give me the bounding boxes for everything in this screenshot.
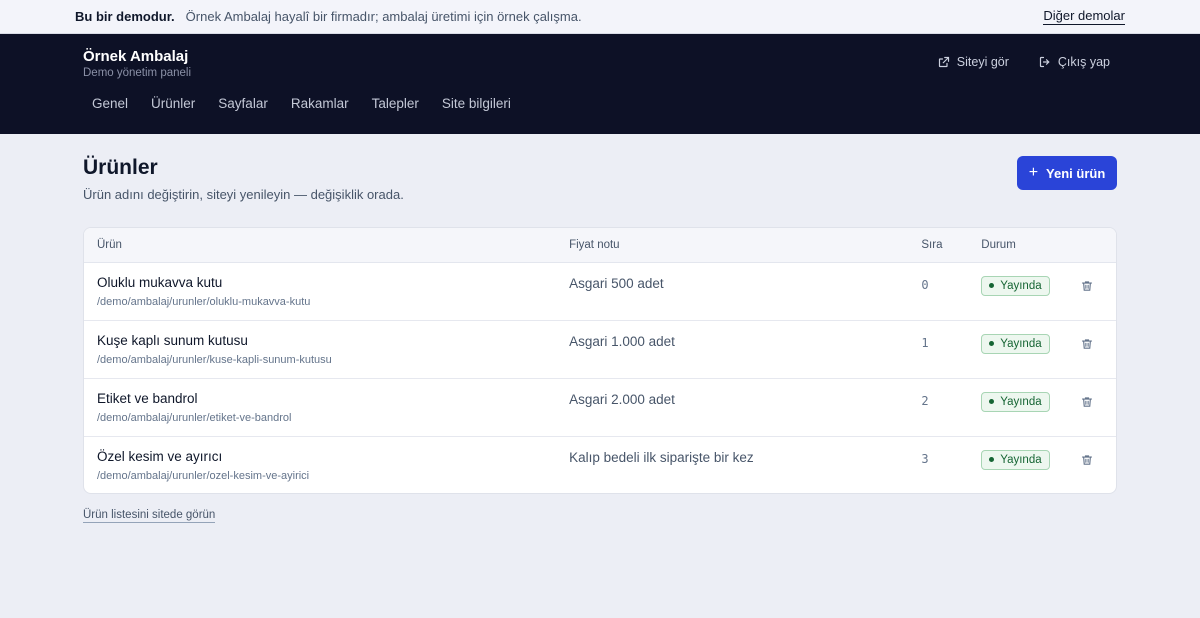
column-header-status: Durum	[981, 239, 1016, 251]
table-row[interactable]: Etiket ve bandrol /demo/ambalaj/urunler/…	[84, 379, 1116, 437]
status-dot-icon	[989, 341, 995, 346]
demo-banner: Bu bir demodur. Örnek Ambalaj hayalî bir…	[0, 0, 1200, 34]
new-product-button[interactable]: + Yeni ürün	[1017, 156, 1117, 190]
nav-item-urunler[interactable]: Ürünler	[142, 96, 204, 111]
product-name[interactable]: Özel kesim ve ayırıcı	[97, 449, 569, 464]
status-badge: Yayında	[981, 333, 1050, 354]
table-row[interactable]: Özel kesim ve ayırıcı /demo/ambalaj/urun…	[84, 437, 1116, 493]
order-value: 0	[921, 278, 929, 292]
table-row[interactable]: Kuşe kaplı sunum kutusu /demo/ambalaj/ur…	[84, 321, 1116, 379]
new-product-label: Yeni ürün	[1046, 165, 1106, 181]
product-path: /demo/ambalaj/urunler/oluklu-mukavva-kut…	[97, 296, 311, 308]
header-actions: Siteyi gör Çıkış yap	[938, 55, 1110, 69]
page-description: Ürün adını değiştirin, siteyi yenileyin …	[83, 187, 404, 202]
trash-icon[interactable]	[1081, 454, 1093, 466]
brand-title: Örnek Ambalaj	[83, 48, 189, 65]
column-header-product: Ürün	[97, 239, 122, 251]
status-badge: Yayında	[981, 391, 1050, 412]
plus-icon: +	[1028, 164, 1039, 181]
column-header-order: Sıra	[921, 239, 943, 251]
page-title: Ürünler	[83, 156, 158, 179]
brand: Örnek Ambalaj Demo yönetim paneli	[83, 48, 191, 79]
table-row[interactable]: Oluklu mukavva kutu /demo/ambalaj/urunle…	[84, 263, 1116, 321]
nav-item-talepler[interactable]: Talepler	[363, 96, 428, 111]
product-name[interactable]: Oluklu mukavva kutu	[97, 275, 569, 290]
table-header: Ürün Fiyat notu Sıra Durum	[84, 228, 1116, 263]
logout-icon	[1039, 56, 1050, 68]
app-header: Örnek Ambalaj Demo yönetim paneli Siteyi…	[0, 34, 1200, 134]
other-demos-link[interactable]: Diğer demolar	[1043, 8, 1125, 25]
product-name[interactable]: Etiket ve bandrol	[97, 391, 569, 406]
status-badge: Yayında	[981, 275, 1050, 296]
status-label: Yayında	[1000, 453, 1042, 466]
logout-label: Çıkış yap	[1057, 55, 1110, 69]
external-link-icon	[938, 56, 949, 68]
logout-button[interactable]: Çıkış yap	[1039, 55, 1110, 69]
view-product-list-link[interactable]: Ürün listesini sitede görün	[83, 509, 216, 523]
column-header-price: Fiyat notu	[569, 239, 620, 251]
banner-strong-text: Bu bir demodur.	[75, 9, 175, 24]
brand-subtitle: Demo yönetim paneli	[83, 67, 192, 79]
price-note: Asgari 2.000 adet	[569, 392, 675, 407]
status-label: Yayında	[1000, 395, 1042, 408]
view-site-button[interactable]: Siteyi gör	[938, 55, 1009, 69]
price-note: Asgari 1.000 adet	[569, 334, 675, 349]
status-label: Yayında	[1000, 337, 1042, 350]
product-path: /demo/ambalaj/urunler/ozel-kesim-ve-ayir…	[97, 470, 310, 482]
price-note: Kalıp bedeli ilk siparişte bir kez	[569, 450, 754, 465]
trash-icon[interactable]	[1081, 280, 1093, 292]
nav-item-site-bilgileri[interactable]: Site bilgileri	[433, 96, 520, 111]
trash-icon[interactable]	[1081, 338, 1093, 350]
status-label: Yayında	[1000, 279, 1042, 292]
status-dot-icon	[989, 399, 995, 404]
view-site-label: Siteyi gör	[956, 55, 1009, 69]
product-path: /demo/ambalaj/urunler/etiket-ve-bandrol	[97, 412, 292, 424]
status-dot-icon	[989, 457, 995, 462]
order-value: 1	[921, 336, 929, 350]
product-name[interactable]: Kuşe kaplı sunum kutusu	[97, 333, 569, 348]
status-dot-icon	[989, 283, 995, 288]
banner-text: Örnek Ambalaj hayalî bir firmadır; ambal…	[185, 9, 582, 24]
main-nav: Genel Ürünler Sayfalar Rakamlar Talepler…	[83, 96, 525, 111]
nav-item-genel[interactable]: Genel	[83, 96, 137, 111]
products-table: Ürün Fiyat notu Sıra Durum Oluklu mukavv…	[83, 227, 1117, 494]
trash-icon[interactable]	[1081, 396, 1093, 408]
status-badge: Yayında	[981, 449, 1050, 470]
order-value: 3	[921, 452, 929, 466]
price-note: Asgari 500 adet	[569, 276, 664, 291]
nav-item-rakamlar[interactable]: Rakamlar	[282, 96, 358, 111]
order-value: 2	[921, 394, 929, 408]
nav-item-sayfalar[interactable]: Sayfalar	[209, 96, 277, 111]
product-path: /demo/ambalaj/urunler/kuse-kapli-sunum-k…	[97, 354, 332, 366]
